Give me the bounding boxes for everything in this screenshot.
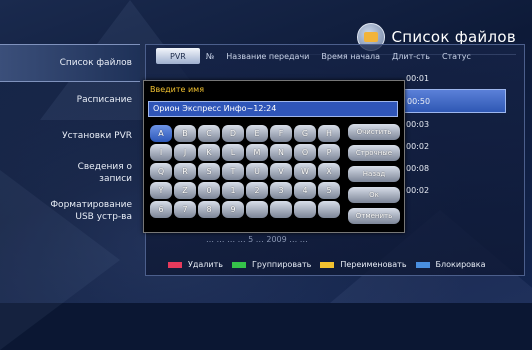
- keyboard-key[interactable]: [246, 201, 268, 218]
- keyboard-key[interactable]: 6: [150, 201, 172, 218]
- keyboard-key[interactable]: 4: [294, 182, 316, 199]
- legend-label: Блокировка: [435, 260, 486, 269]
- menu-item-label: Расписание: [76, 95, 132, 105]
- keyboard-key[interactable]: J: [174, 144, 196, 161]
- duration-value: 00:02: [406, 185, 430, 195]
- keyboard-key[interactable]: 7: [174, 201, 196, 218]
- keyboard-key[interactable]: A: [150, 125, 172, 142]
- keyboard-key[interactable]: K: [198, 144, 220, 161]
- keyboard-key[interactable]: X: [318, 163, 340, 180]
- duration-value: 00:03: [406, 119, 430, 129]
- color-key-legend: Удалить Группировать Переименовать Блоки…: [168, 260, 495, 269]
- keyboard-key[interactable]: N: [270, 144, 292, 161]
- legend-rename: Переименовать: [320, 260, 407, 269]
- legend-label: Удалить: [188, 260, 223, 269]
- partially-hidden-row-text: … … … … 5 … 2009 … …: [206, 235, 308, 244]
- duration-value: 00:01: [406, 73, 430, 83]
- menu-item-recording-info[interactable]: Сведения о записи: [0, 154, 140, 192]
- duration-value: 00:50: [407, 96, 431, 106]
- keyboard-key[interactable]: M: [246, 144, 268, 161]
- keyboard-key[interactable]: [318, 201, 340, 218]
- keyboard-key[interactable]: 1: [222, 182, 244, 199]
- menu-item-label: Установки PVR: [62, 131, 132, 141]
- legend-label: Переименовать: [340, 260, 407, 269]
- rename-dialog: Введите имя Орион Экспресс Инфо~12:24 AB…: [143, 80, 405, 233]
- menu-item-label: Форматирование USB устр-ва: [50, 200, 132, 222]
- ok-button[interactable]: Ок: [348, 187, 400, 203]
- table-row-selected[interactable]: 00:50: [396, 89, 506, 113]
- menu-item-format-usb[interactable]: Форматирование USB устр-ва: [0, 192, 140, 230]
- column-headers: PVR № Название передачи Время начала Дли…: [146, 45, 524, 67]
- keyboard-key[interactable]: 8: [198, 201, 220, 218]
- table-row[interactable]: 00:02: [396, 135, 506, 157]
- menu-item-label: Список файлов: [59, 58, 132, 68]
- green-key-swatch: [232, 261, 246, 268]
- column-status: Статус: [441, 51, 471, 61]
- keyboard-key[interactable]: G: [294, 125, 316, 142]
- back-button[interactable]: Назад: [348, 166, 400, 182]
- table-row[interactable]: 00:08: [396, 157, 506, 179]
- dialog-title: Введите имя: [150, 85, 205, 94]
- keyboard-key[interactable]: O: [294, 144, 316, 161]
- keyboard-key[interactable]: D: [222, 125, 244, 142]
- sidebar-menu: Список файлов Расписание Установки PVR С…: [0, 44, 140, 230]
- column-duration: Длит-сть: [392, 51, 430, 61]
- on-screen-keyboard: ABCDEFGH IJKLMNOP QRSTUVWX YZ012345 6789: [150, 125, 344, 218]
- keyboard-key[interactable]: H: [318, 125, 340, 142]
- duration-column: 00:01 00:50 00:03 00:02 00:08 00:02: [396, 67, 506, 201]
- keyboard-key[interactable]: C: [198, 125, 220, 142]
- cancel-button[interactable]: Отменить: [348, 208, 400, 224]
- keyboard-actions: Очистить Строчные Назад Ок Отменить: [348, 124, 400, 229]
- keyboard-key[interactable]: Q: [150, 163, 172, 180]
- keyboard-key[interactable]: Z: [174, 182, 196, 199]
- legend-label: Группировать: [252, 260, 312, 269]
- keyboard-key[interactable]: R: [174, 163, 196, 180]
- legend-delete: Удалить: [168, 260, 223, 269]
- menu-item-label: Сведения о записи: [77, 162, 132, 184]
- duration-value: 00:08: [406, 163, 430, 173]
- menu-item-schedule[interactable]: Расписание: [0, 82, 140, 118]
- keyboard-key[interactable]: V: [270, 163, 292, 180]
- menu-item-pvr-settings[interactable]: Установки PVR: [0, 118, 140, 154]
- keyboard-key[interactable]: B: [174, 125, 196, 142]
- blue-key-swatch: [415, 261, 430, 268]
- tab-pvr[interactable]: PVR: [156, 48, 200, 64]
- table-row[interactable]: 00:02: [396, 179, 506, 201]
- keyboard-key[interactable]: P: [318, 144, 340, 161]
- keyboard-key[interactable]: L: [222, 144, 244, 161]
- clear-button[interactable]: Очистить: [348, 124, 400, 140]
- keyboard-key[interactable]: S: [198, 163, 220, 180]
- column-start-time: Время начала: [321, 51, 381, 61]
- keyboard-key[interactable]: 9: [222, 201, 244, 218]
- keyboard-key[interactable]: [294, 201, 316, 218]
- table-row[interactable]: 00:03: [396, 113, 506, 135]
- legend-group: Группировать: [232, 260, 311, 269]
- keyboard-key[interactable]: W: [294, 163, 316, 180]
- menu-item-file-list[interactable]: Список файлов: [0, 44, 140, 82]
- name-input[interactable]: Орион Экспресс Инфо~12:24: [148, 101, 398, 117]
- table-row[interactable]: 00:01: [396, 67, 506, 89]
- yellow-key-swatch: [320, 261, 335, 268]
- legend-lock: Блокировка: [415, 260, 486, 269]
- keyboard-key[interactable]: F: [270, 125, 292, 142]
- keyboard-key[interactable]: Y: [150, 182, 172, 199]
- keyboard-key[interactable]: T: [222, 163, 244, 180]
- keyboard-key[interactable]: 5: [318, 182, 340, 199]
- keyboard-key[interactable]: [270, 201, 292, 218]
- keyboard-key[interactable]: 2: [246, 182, 268, 199]
- column-number: №: [205, 51, 215, 61]
- red-key-swatch: [168, 261, 182, 268]
- keyboard-key[interactable]: U: [246, 163, 268, 180]
- column-program-name: Название передачи: [226, 51, 310, 61]
- keyboard-key[interactable]: E: [246, 125, 268, 142]
- keyboard-key[interactable]: 0: [198, 182, 220, 199]
- keyboard-key[interactable]: 3: [270, 182, 292, 199]
- duration-value: 00:02: [406, 141, 430, 151]
- lowercase-button[interactable]: Строчные: [348, 145, 400, 161]
- keyboard-key[interactable]: I: [150, 144, 172, 161]
